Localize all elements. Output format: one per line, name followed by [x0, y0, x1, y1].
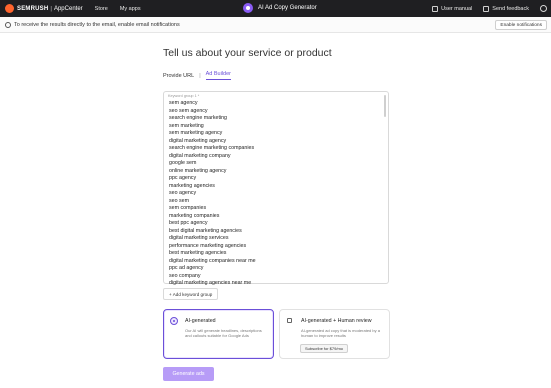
gear-icon	[540, 5, 547, 12]
app-title: AI Ad Copy Generator	[258, 5, 317, 11]
keyword-item: sem agency	[169, 100, 198, 106]
keyword-item: best digital marketing agencies	[169, 227, 242, 234]
option-ai-generated[interactable]: AI-generated Our AI will generate headli…	[163, 309, 274, 359]
keyword-item: marketing companies	[169, 212, 220, 219]
keyword-group-label: Keyword group 1 *	[168, 94, 200, 98]
book-icon	[432, 5, 439, 12]
notification-banner: To receive the results directly to the e…	[0, 17, 551, 33]
app-title-group: AI Ad Copy Generator	[243, 3, 317, 13]
option-title: AI-generated	[185, 318, 216, 324]
keyword-item: seo agency	[169, 190, 197, 196]
brand-separator: |	[50, 5, 52, 12]
keyword-item: search engine marketing	[169, 115, 228, 121]
keyword-item: best ppc agency	[169, 220, 208, 226]
textarea-scrollbar[interactable]	[384, 95, 386, 117]
top-right-actions: User manual Send feedback	[421, 0, 547, 17]
add-keyword-group-button[interactable]: + Add keyword group	[163, 288, 219, 300]
keyword-item: google sem	[169, 160, 197, 166]
keyword-group-textarea[interactable]: Keyword group 1 * sem agency seo sem age…	[163, 91, 389, 286]
top-bar: SEMRUSH | AppCenter Store My apps AI Ad …	[0, 0, 551, 17]
keyword-item: digital marketing company	[169, 152, 231, 159]
chat-icon	[483, 5, 490, 12]
keyword-item: ppc agency	[169, 175, 197, 181]
keyword-item: sem companies	[169, 205, 207, 211]
radio-selected-icon[interactable]	[170, 317, 178, 325]
info-icon	[5, 21, 11, 28]
tab-ad-builder[interactable]: Ad Builder	[205, 71, 232, 80]
keyword-item: digital marketing agencies near me	[169, 280, 252, 286]
page-title: Tell us about your service or product	[163, 47, 332, 59]
keyword-item: digital marketing companies near me	[169, 257, 256, 264]
app-icon	[243, 3, 253, 13]
send-feedback-label: Send feedback	[492, 5, 529, 12]
keyword-item: online marketing agency	[169, 167, 227, 174]
keyword-item: seo sem agency	[169, 107, 208, 114]
keyword-item: performance marketing agencies	[169, 242, 247, 249]
keyword-item: best marketing agencies	[169, 250, 227, 256]
generate-ads-button[interactable]: Generate ads	[163, 367, 214, 381]
keyword-item: marketing agencies	[169, 182, 215, 189]
keyword-item: search engine marketing companies	[169, 145, 255, 151]
lock-icon	[287, 318, 292, 323]
send-feedback-link[interactable]: Send feedback	[483, 5, 529, 12]
input-mode-tabs: Provide URL | Ad Builder	[163, 71, 232, 80]
tab-provide-url[interactable]: Provide URL	[163, 73, 194, 79]
subscribe-button[interactable]: Subscribe for $79/mo	[300, 344, 349, 353]
option-ai-human-review[interactable]: AI-generated + Human review AI-generated…	[279, 309, 390, 359]
keyword-item: sem marketing	[169, 122, 204, 129]
tab-separator: |	[199, 72, 201, 79]
keyword-item: sem marketing agency	[169, 130, 223, 136]
keyword-item: seo company	[169, 272, 201, 279]
brand-name: SEMRUSH	[17, 5, 49, 12]
keyword-item: seo sem	[169, 197, 190, 204]
notification-text: To receive the results directly to the e…	[14, 21, 180, 28]
user-manual-link[interactable]: User manual	[432, 5, 473, 12]
product-name: AppCenter	[53, 5, 83, 12]
option-description: AI-generated ad copy that is moderated b…	[301, 328, 380, 339]
keyword-list: sem agency seo sem agency search engine …	[169, 100, 256, 288]
keyword-item: digital marketing agency	[169, 137, 227, 144]
semrush-logo[interactable]: SEMRUSH | AppCenter	[5, 4, 83, 13]
enable-notifications-button[interactable]: Enable notifications	[495, 20, 547, 30]
keyword-item: digital marketing services	[169, 235, 229, 241]
option-title: AI-generated + Human review	[301, 318, 372, 324]
keyword-item: ppc ad agency	[169, 265, 204, 271]
user-manual-label: User manual	[441, 5, 473, 12]
nav-my-apps[interactable]: My apps	[120, 6, 141, 12]
option-description: Our AI will generate headlines, descript…	[185, 328, 262, 339]
nav-store[interactable]: Store	[95, 6, 108, 12]
semrush-logo-icon	[5, 4, 14, 13]
settings-button[interactable]	[540, 5, 547, 12]
